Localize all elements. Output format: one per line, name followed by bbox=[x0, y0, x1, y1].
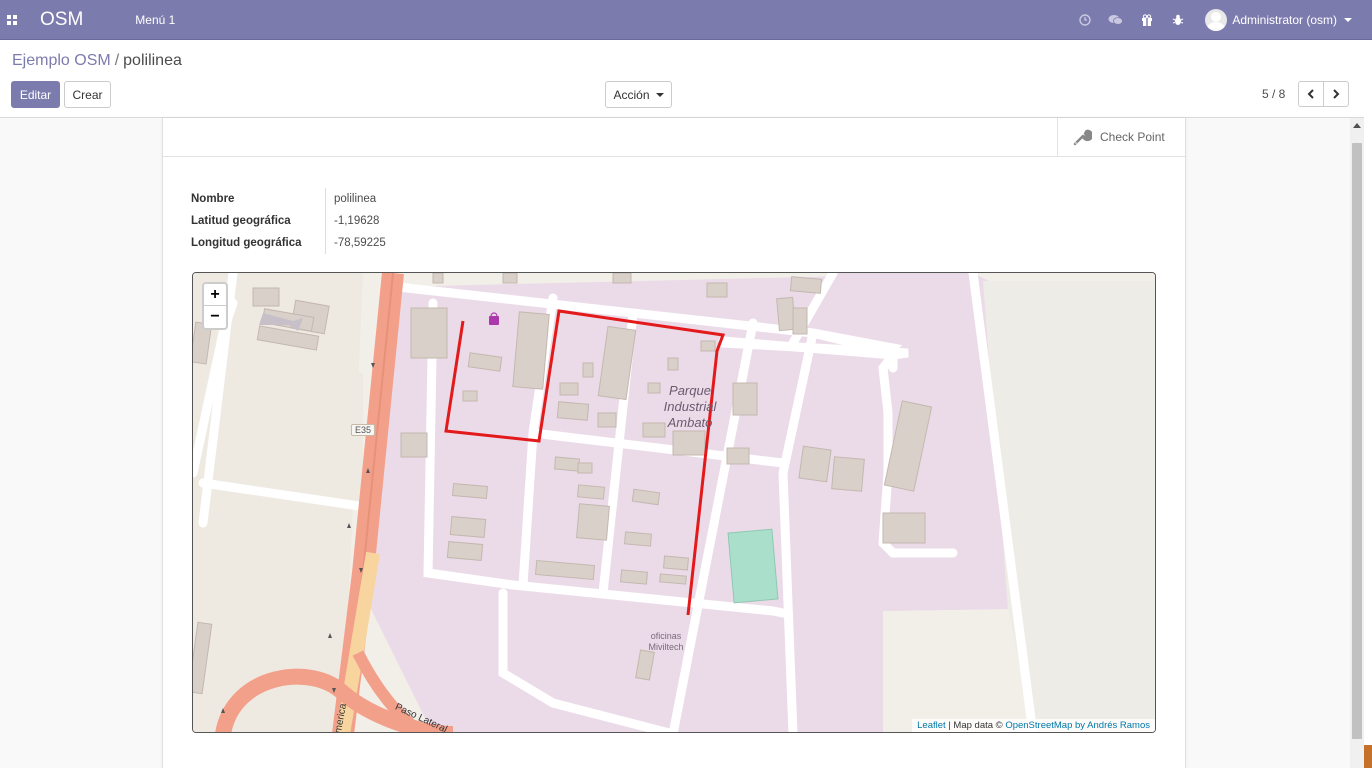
field-label: Latitud geográfica bbox=[191, 210, 326, 232]
leaflet-link[interactable]: Leaflet bbox=[917, 720, 946, 731]
avatar bbox=[1205, 9, 1228, 31]
zoom-control: + − bbox=[202, 282, 228, 330]
field-row-name: Nombre polilinea bbox=[191, 188, 386, 210]
edit-button[interactable]: Editar bbox=[11, 81, 60, 108]
breadcrumb: Ejemplo OSM / polilinea bbox=[12, 52, 182, 70]
top-navbar: OSM Menú 1 Administrator (osm) bbox=[0, 0, 1372, 40]
control-panel: Ejemplo OSM / polilinea Editar Crear Acció… bbox=[0, 40, 1372, 118]
field-label: Nombre bbox=[191, 188, 326, 210]
systray: Administrator (osm) bbox=[1069, 0, 1352, 40]
bug-icon[interactable] bbox=[1162, 0, 1193, 40]
attribution-text: | Map data © bbox=[945, 720, 1006, 731]
field-value-longitude: -78,59225 bbox=[334, 237, 386, 249]
chevron-down-icon bbox=[1344, 18, 1352, 22]
menu-item-1[interactable]: Menú 1 bbox=[135, 13, 175, 27]
breadcrumb-current: polilinea bbox=[123, 52, 182, 69]
pager-value[interactable]: 5 / 8 bbox=[1262, 87, 1285, 101]
poi-label: oficinas Miviltech bbox=[648, 631, 684, 652]
field-row-longitude: Longitud geográfica -78,59225 bbox=[191, 232, 386, 254]
chevron-right-icon bbox=[1333, 89, 1340, 99]
window-edge-accent bbox=[1364, 745, 1372, 768]
form-sheet: Check Point Nombre polilinea Latitud geo… bbox=[162, 118, 1186, 768]
form-view: Check Point Nombre polilinea Latitud geo… bbox=[0, 118, 1350, 768]
map-tiles bbox=[193, 273, 1155, 732]
scrollbar[interactable] bbox=[1350, 118, 1364, 768]
scrollbar-thumb[interactable] bbox=[1352, 143, 1362, 739]
map-attribution: Leaflet | Map data © OpenStreetMap by An… bbox=[912, 719, 1155, 732]
breadcrumb-separator: / bbox=[114, 52, 120, 69]
action-dropdown[interactable]: Acción bbox=[605, 81, 672, 108]
osm-link[interactable]: OpenStreetMap by Andrés Ramos bbox=[1005, 720, 1150, 731]
pager-previous-button[interactable] bbox=[1298, 81, 1324, 107]
zoom-in-button[interactable]: + bbox=[204, 284, 226, 306]
user-menu[interactable]: Administrator (osm) bbox=[1205, 9, 1352, 31]
action-label: Acción bbox=[613, 87, 650, 102]
user-name: Administrator (osm) bbox=[1232, 13, 1337, 27]
wrench-icon bbox=[1073, 129, 1092, 146]
field-label: Longitud geográfica bbox=[191, 232, 326, 254]
scroll-up-icon[interactable] bbox=[1350, 118, 1364, 132]
field-row-latitude: Latitud geográfica -1,19628 bbox=[191, 210, 386, 232]
chevron-down-icon bbox=[655, 92, 664, 97]
gift-icon[interactable] bbox=[1131, 0, 1162, 40]
clock-icon[interactable] bbox=[1069, 0, 1100, 40]
chevron-left-icon bbox=[1307, 89, 1314, 99]
breadcrumb-parent[interactable]: Ejemplo OSM bbox=[12, 52, 111, 69]
pager-next-button[interactable] bbox=[1323, 81, 1349, 107]
zoom-out-button[interactable]: − bbox=[204, 306, 226, 328]
apps-menu-icon[interactable] bbox=[0, 0, 24, 40]
map-widget[interactable]: E35 Parque Industrial Ambato oficinas Mi… bbox=[192, 272, 1156, 733]
window-edge bbox=[1364, 40, 1372, 768]
chat-icon[interactable] bbox=[1100, 0, 1131, 40]
app-brand[interactable]: OSM bbox=[40, 9, 83, 31]
button-box: Check Point bbox=[163, 118, 1185, 157]
check-point-button[interactable]: Check Point bbox=[1057, 118, 1185, 156]
create-button[interactable]: Crear bbox=[64, 81, 111, 108]
field-value-name: polilinea bbox=[334, 193, 377, 205]
area-label: Parque Industrial Ambato bbox=[663, 383, 717, 430]
field-value-latitude: -1,19628 bbox=[334, 215, 380, 227]
road-ref-badge: E35 bbox=[351, 424, 376, 436]
check-point-label: Check Point bbox=[1100, 130, 1165, 144]
field-group: Nombre polilinea Latitud geográfica -1,1… bbox=[191, 188, 386, 254]
